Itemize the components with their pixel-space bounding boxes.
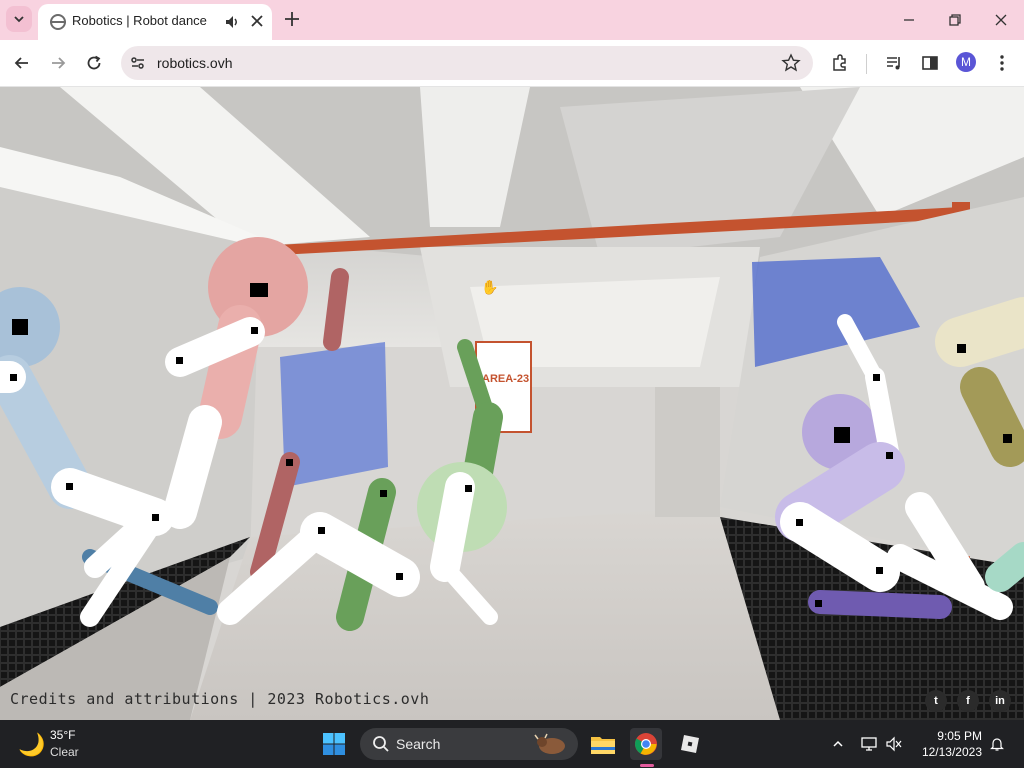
robot-dance-scene[interactable]: AREA-23: [0, 87, 1024, 720]
active-app-indicator: [640, 764, 654, 767]
browser-menu-button[interactable]: [990, 51, 1014, 75]
roblox-taskbar-button[interactable]: [674, 728, 706, 760]
tab-search-button[interactable]: [6, 6, 32, 32]
side-panel-icon: [922, 56, 938, 70]
system-clock[interactable]: 9:05 PM 12/13/2023: [916, 728, 982, 760]
page-viewport[interactable]: AREA-23 ✋ Credits and attributions | 202…: [0, 87, 1024, 720]
weather-condition[interactable]: Clear: [50, 745, 79, 759]
chevron-down-icon: [14, 16, 24, 23]
area-sign-text: AREA-23: [482, 373, 529, 385]
show-hidden-icons-button[interactable]: [828, 734, 848, 754]
arrow-right-icon: [52, 57, 66, 69]
back-button[interactable]: [10, 51, 34, 75]
side-panel-button[interactable]: [918, 51, 942, 75]
windows-start-icon[interactable]: [322, 732, 346, 756]
search-highlight-icon: [534, 733, 565, 754]
media-queue-icon: [887, 57, 900, 70]
search-icon: [373, 736, 389, 752]
file-explorer-button[interactable]: [587, 728, 619, 760]
tab-title: Robotics | Robot dance: [72, 13, 207, 28]
site-settings-icon[interactable]: [129, 54, 147, 72]
linkedin-icon[interactable]: in: [989, 690, 1011, 712]
roblox-icon: [681, 735, 699, 753]
clock-date: 12/13/2023: [921, 745, 982, 759]
media-controls-button[interactable]: [882, 51, 906, 75]
reload-button[interactable]: [82, 51, 106, 75]
bookmark-star-icon[interactable]: [781, 53, 801, 73]
taskbar-search[interactable]: Search: [360, 728, 578, 760]
notifications-button[interactable]: [987, 734, 1007, 754]
folder-icon: [591, 737, 615, 754]
network-icon: [861, 737, 877, 751]
speaker-muted-icon: [886, 736, 902, 752]
active-tab[interactable]: Robotics | Robot dance: [38, 4, 272, 40]
speaker-icon[interactable]: [224, 14, 240, 30]
chevron-up-icon: [833, 740, 843, 747]
minimize-icon[interactable]: [897, 8, 921, 32]
taskbar-search-label: Search: [396, 736, 441, 752]
more-vertical-icon: [1000, 55, 1004, 71]
tab-strip: Robotics | Robot dance: [0, 0, 1024, 40]
forward-button[interactable]: [46, 51, 70, 75]
address-bar[interactable]: robotics.ovh: [121, 46, 813, 80]
url-text: robotics.ovh: [157, 55, 233, 71]
close-icon[interactable]: [248, 12, 266, 30]
close-window-icon[interactable]: [989, 8, 1013, 32]
extensions-button[interactable]: [828, 51, 852, 75]
clock-time: 9:05 PM: [937, 729, 982, 743]
weather-temperature[interactable]: 35°F: [50, 728, 75, 742]
puzzle-icon: [833, 54, 846, 71]
hand-cursor-icon: ✋: [481, 279, 499, 295]
credits-link[interactable]: Credits and attributions | 2023 Robotics…: [10, 690, 429, 708]
volume-button[interactable]: [884, 734, 904, 754]
chrome-taskbar-button[interactable]: [630, 728, 662, 760]
toolbar-divider: [866, 54, 867, 74]
arrow-left-icon: [14, 57, 28, 69]
profile-avatar[interactable]: M: [956, 52, 976, 72]
restore-icon[interactable]: [943, 8, 967, 32]
moon-icon[interactable]: 🌙: [18, 732, 45, 758]
new-tab-icon[interactable]: [282, 9, 302, 29]
browser-toolbar: robotics.ovh M: [0, 40, 1024, 87]
taskbar: 🌙 35°F Clear Search 9:05 PM 12/13/2023: [0, 720, 1024, 768]
facebook-icon[interactable]: f: [957, 690, 979, 712]
bell-icon: [990, 738, 1004, 751]
globe-icon: [50, 14, 66, 30]
network-button[interactable]: [860, 734, 880, 754]
chrome-icon: [635, 733, 657, 755]
reload-icon: [87, 55, 101, 70]
twitter-icon[interactable]: t: [925, 690, 947, 712]
